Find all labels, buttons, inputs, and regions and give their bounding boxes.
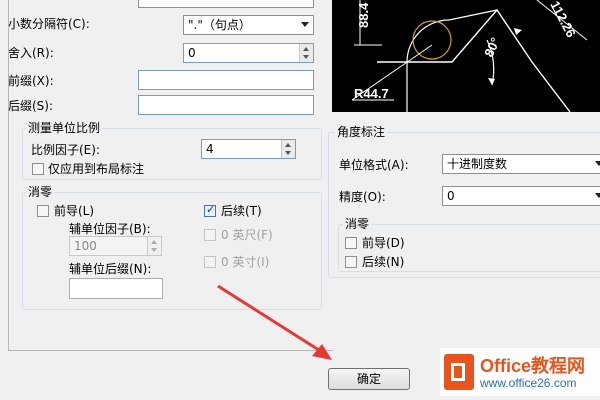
annotation-arrow	[217, 284, 332, 360]
watermark-url: www.office26.com	[480, 376, 577, 390]
office-logo-icon	[444, 354, 474, 390]
watermark-brand: Office教程网	[480, 356, 586, 376]
watermark: Office教程网 www.office26.com	[440, 348, 600, 396]
